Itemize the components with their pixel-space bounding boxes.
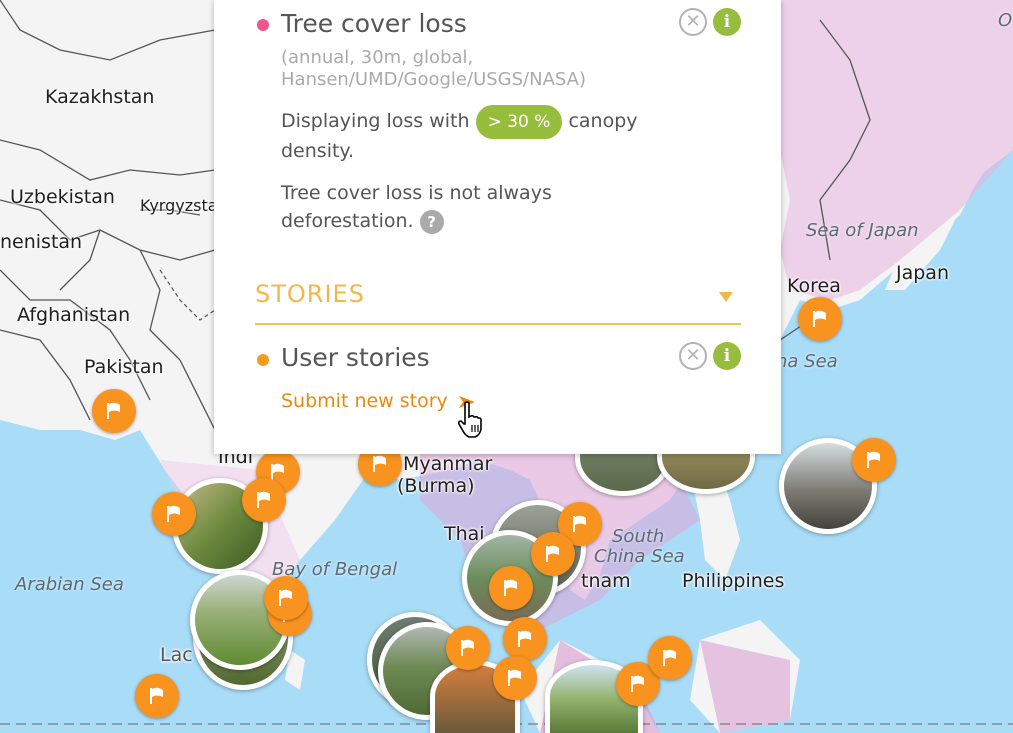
user-stories-title: User stories — [281, 343, 430, 372]
country-label-turkmenistan: nenistan — [0, 231, 83, 253]
help-icon[interactable]: ? — [419, 209, 444, 234]
canopy-threshold-button[interactable]: > 30 % — [475, 105, 563, 139]
flag-icon — [150, 687, 163, 704]
island-label-lakshadweep: Lac — [160, 644, 193, 666]
story-flag-marker[interactable] — [446, 626, 490, 670]
legend-panel: Tree cover loss ✕ i (annual, 30m, global… — [214, 0, 781, 454]
story-flag-marker[interactable] — [92, 389, 136, 433]
country-label-philippines: Philippines — [682, 570, 785, 592]
tree-cover-loss-subtitle-1: (annual, 30m, global, — [281, 47, 474, 68]
story-flag-marker[interactable] — [493, 656, 537, 700]
note-line-2: deforestation. ? — [281, 207, 444, 236]
remove-layer-button[interactable]: ✕ — [679, 8, 707, 36]
country-label-vietnam: tnam — [581, 570, 631, 592]
country-label-myanmar: Myanmar — [403, 453, 493, 475]
tree-cover-loss-title: Tree cover loss — [281, 9, 467, 38]
flag-icon — [573, 515, 586, 532]
hand-cursor-icon — [457, 401, 482, 438]
story-flag-marker[interactable] — [152, 492, 196, 536]
story-flag-marker[interactable] — [135, 674, 179, 718]
flag-icon — [663, 649, 676, 666]
story-flag-marker[interactable] — [798, 297, 842, 341]
stories-section-title: STORIES — [255, 280, 365, 308]
country-label-japan: Japan — [896, 262, 949, 284]
chevron-down-icon[interactable] — [719, 292, 733, 302]
submit-new-story-link[interactable]: Submit new story — [281, 390, 476, 412]
country-label-kyrgyzstan: Kyrgyzsta — [140, 196, 218, 215]
flag-icon — [279, 589, 292, 606]
country-label-burma: (Burma) — [397, 475, 475, 497]
flag-icon — [167, 505, 180, 522]
flag-icon — [867, 451, 880, 468]
displaying-loss-text: Displaying loss with > 30 % canopy — [281, 105, 638, 139]
story-flag-marker[interactable] — [489, 566, 533, 610]
country-label-afghanistan: Afghanistan — [17, 304, 131, 326]
story-flag-marker[interactable] — [503, 617, 547, 661]
story-flag-marker[interactable] — [264, 576, 308, 620]
country-label-korea: Korea — [787, 275, 841, 297]
story-flag-marker[interactable] — [242, 478, 286, 522]
tree-cover-loss-subtitle-2: Hansen/UMD/Google/USGS/NASA) — [281, 69, 586, 90]
tree-cover-loss-dot — [257, 19, 269, 31]
flag-icon — [813, 310, 826, 327]
flag-icon — [508, 669, 521, 686]
flag-icon — [518, 630, 531, 647]
submit-new-story-label: Submit new story — [281, 390, 448, 412]
sea-label-arabian-sea: Arabian Sea — [15, 574, 124, 595]
user-stories-dot — [257, 354, 269, 366]
flag-icon — [461, 639, 474, 656]
stories-section-header[interactable]: STORIES — [255, 280, 741, 325]
flag-icon — [257, 491, 270, 508]
country-label-uzbekistan: Uzbekistan — [10, 186, 115, 208]
remove-stories-layer-button[interactable]: ✕ — [679, 342, 707, 370]
flag-icon — [107, 402, 120, 419]
map-label-edge-fragment: O — [998, 10, 1013, 31]
story-flag-marker[interactable] — [531, 532, 575, 576]
density-text: density. — [281, 140, 354, 162]
country-label-kazakhstan: Kazakhstan — [45, 86, 155, 108]
note-line-1: Tree cover loss is not always — [281, 182, 552, 204]
flag-icon — [631, 675, 644, 692]
layer-info-button[interactable]: i — [713, 8, 741, 36]
displaying-prefix: Displaying loss with — [281, 110, 470, 132]
canopy-suffix: canopy — [568, 110, 638, 132]
story-flag-marker[interactable] — [852, 438, 896, 482]
sea-label-sea-of-japan: Sea of Japan — [806, 220, 919, 241]
flag-icon — [373, 455, 386, 472]
stories-info-button[interactable]: i — [713, 342, 741, 370]
note-deforestation: deforestation. — [281, 210, 414, 232]
flag-icon — [504, 579, 517, 596]
sea-label-china-sea: China Sea — [594, 546, 685, 567]
story-flag-marker[interactable] — [648, 636, 692, 680]
sea-label-south: South — [612, 526, 665, 547]
country-label-pakistan: Pakistan — [84, 356, 164, 378]
sea-label-east-china-sea: na Sea — [776, 351, 838, 372]
flag-icon — [546, 545, 559, 562]
